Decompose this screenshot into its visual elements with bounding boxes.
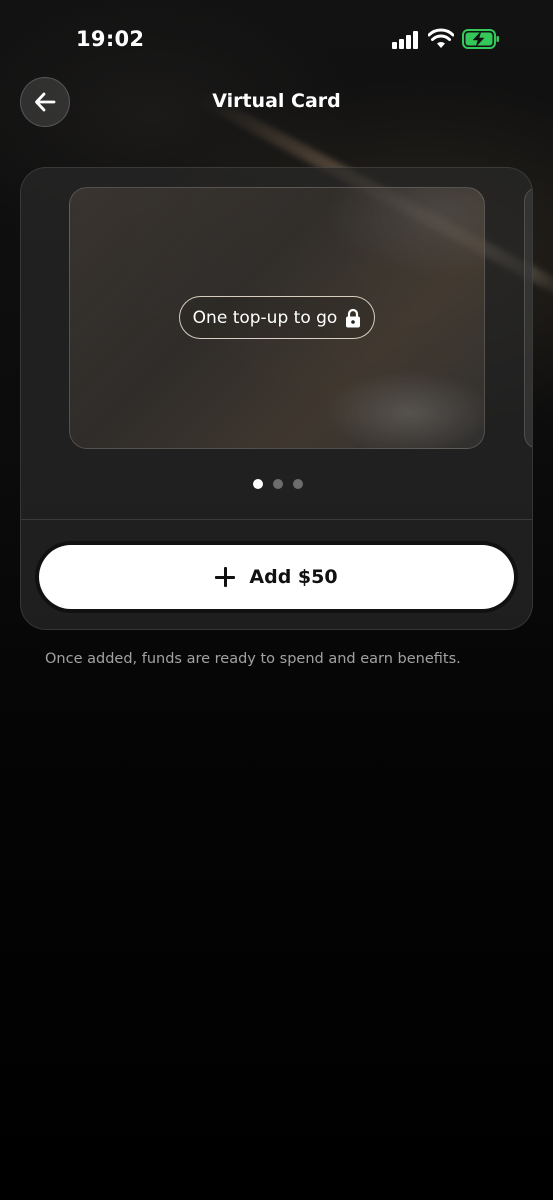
virtual-card-panel: One top-up to go Add $50 xyxy=(20,167,533,630)
plus-icon xyxy=(215,567,236,587)
status-time: 19:02 xyxy=(76,27,145,51)
next-card-peek[interactable] xyxy=(524,187,532,449)
status-bar: 19:02 xyxy=(0,0,553,80)
lock-icon xyxy=(346,308,361,327)
carousel-pagination xyxy=(21,479,532,489)
info-text: Once added, funds are ready to spend and… xyxy=(45,651,461,667)
pagination-dot[interactable] xyxy=(272,479,283,489)
page-title: Virtual Card xyxy=(212,90,341,112)
pagination-dot[interactable] xyxy=(292,479,303,489)
cellular-signal-icon xyxy=(392,31,418,49)
add-funds-button[interactable]: Add $50 xyxy=(39,545,514,609)
locked-status-label: One top-up to go xyxy=(192,307,338,328)
add-funds-label: Add $50 xyxy=(249,566,338,588)
divider xyxy=(21,519,532,520)
wifi-icon xyxy=(428,28,454,48)
virtual-card-preview[interactable]: One top-up to go xyxy=(69,187,485,449)
battery-charging-icon xyxy=(462,29,499,49)
locked-status-badge: One top-up to go xyxy=(179,296,375,339)
pagination-dot[interactable] xyxy=(252,479,263,489)
